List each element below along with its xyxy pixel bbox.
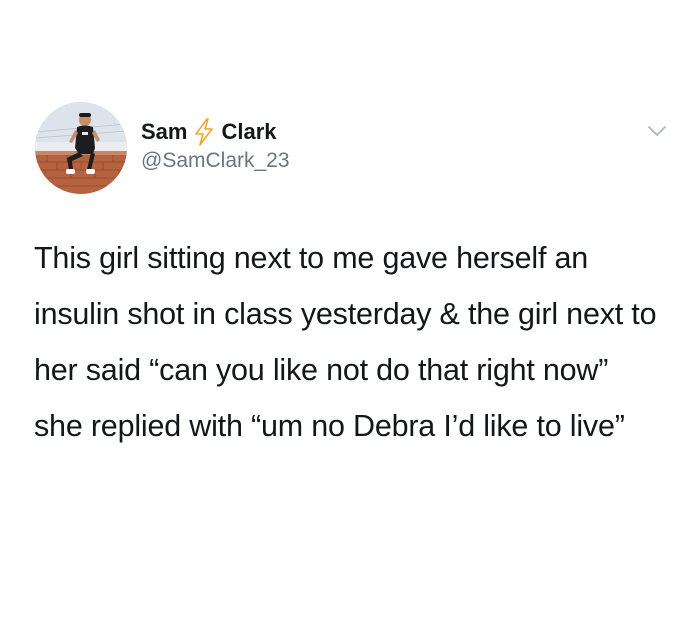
avatar-photo: [35, 102, 127, 194]
author-last-name: Clark: [221, 119, 277, 144]
avatar[interactable]: [35, 102, 127, 194]
tweet-text: This girl sitting next to me gave hersel…: [34, 241, 657, 443]
author-handle[interactable]: @SamClark_23: [141, 149, 290, 173]
lightning-bolt-icon: [193, 118, 215, 146]
tweet-card: Sam Clark @SamClark_23 This girl sitting…: [0, 0, 700, 618]
chevron-down-icon[interactable]: [646, 122, 668, 140]
author-name[interactable]: Sam Clark: [141, 117, 277, 147]
author-first-name: Sam: [141, 119, 188, 144]
